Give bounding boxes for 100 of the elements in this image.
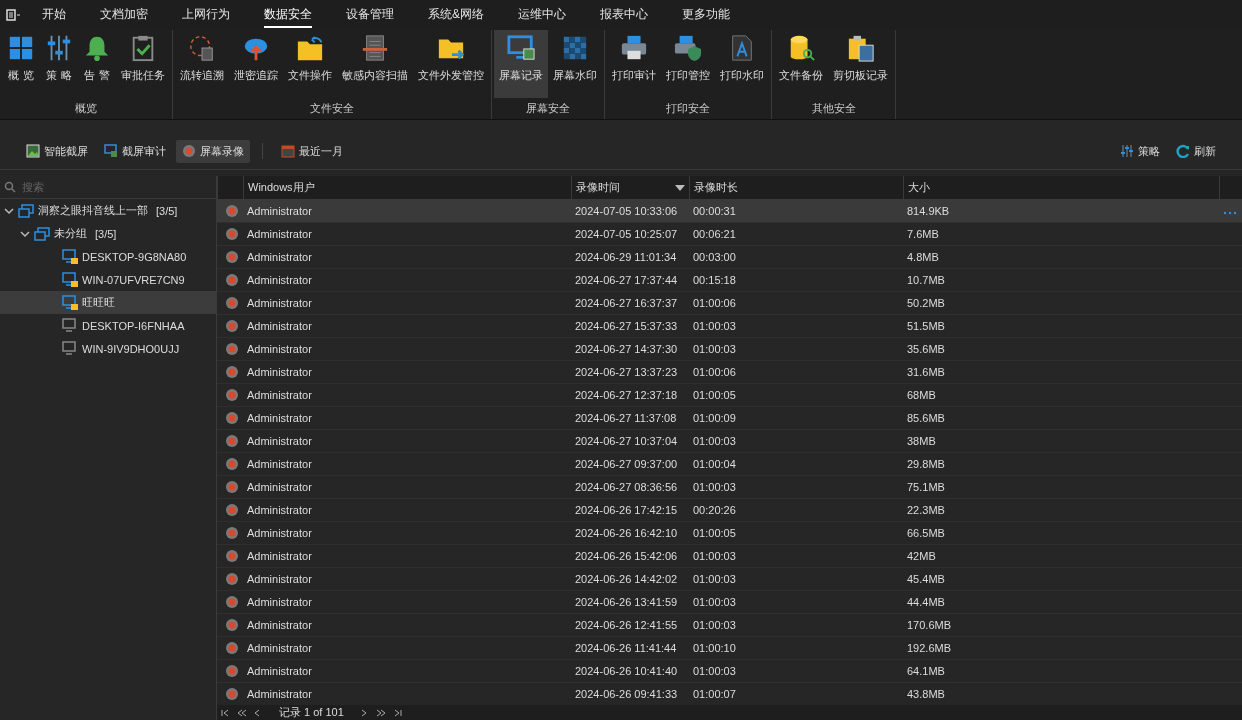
ribbon-button[interactable]: 打印水印	[715, 30, 769, 98]
ribbon-button[interactable]: 屏幕记录	[494, 30, 548, 98]
ribbon-button[interactable]: 告 警	[78, 30, 116, 98]
table-row[interactable]: Administrator 2024-06-26 17:42:15 00:20:26 22.3MB	[217, 499, 1242, 522]
table-cell-text: Administrator	[246, 550, 313, 562]
view-button[interactable]: 屏幕录像	[176, 139, 250, 163]
search-field[interactable]: 搜索	[22, 181, 216, 193]
menu-tab[interactable]: 数据安全	[264, 2, 312, 28]
table-row[interactable]: Administrator 2024-06-27 11:37:08 01:00:09 85.6MB	[217, 407, 1242, 430]
table-row[interactable]: Administrator 2024-06-27 14:37:30 01:00:03 35.6MB	[217, 338, 1242, 361]
tree-item[interactable]: WIN-07UFVRE7CN9	[0, 268, 216, 291]
fast-back-icon[interactable]	[237, 708, 247, 717]
fast-forward-icon[interactable]	[375, 708, 386, 717]
table-cell-text: 35.6MB	[906, 343, 946, 355]
table-row[interactable]: Administrator 2024-06-27 08:36:56 01:00:03 75.1MB	[217, 476, 1242, 499]
table-cell-text: 2024-06-26 15:42:06	[574, 550, 679, 562]
table-row[interactable]: Administrator 2024-06-26 16:42:10 01:00:05 66.5MB	[217, 522, 1242, 545]
ribbon-button[interactable]: 打印管控	[661, 30, 715, 98]
tree-label[interactable]: 未分组	[54, 226, 87, 241]
table-row[interactable]: Administrator 2024-06-27 17:37:44 00:15:18 10.7MB	[217, 269, 1242, 292]
refresh-button[interactable]: 刷新	[1170, 139, 1222, 163]
ribbon-button[interactable]: 屏幕水印	[548, 30, 602, 98]
menu-tab[interactable]: 运维中心	[518, 2, 566, 28]
table-cell-text: Administrator	[246, 527, 313, 539]
table-row[interactable]: Administrator 2024-06-26 12:41:55 01:00:03 170.6MB	[217, 614, 1242, 637]
tree-label[interactable]: DESKTOP-I6FNHAA	[82, 319, 185, 332]
view-button[interactable]: 智能截屏	[20, 139, 94, 163]
ribbon-button[interactable]: 剪切板记录	[828, 30, 893, 98]
tree-label[interactable]: WIN-9IV9DHO0UJJ	[82, 342, 180, 355]
sliders-icon	[1120, 144, 1134, 158]
table-cell-text: 66.5MB	[906, 527, 946, 539]
menu-tab[interactable]: 文档加密	[100, 2, 148, 28]
column-header[interactable]: 录像时间	[571, 176, 689, 199]
column-header[interactable]: 大小	[903, 176, 1219, 199]
table-row[interactable]: Administrator 2024-06-27 10:37:04 01:00:03 38MB	[217, 430, 1242, 453]
ribbon-button[interactable]: 打印审计	[607, 30, 661, 98]
menu-tab[interactable]: 上网行为	[182, 2, 230, 28]
calendar-icon	[281, 144, 295, 158]
tree-item[interactable]: DESKTOP-I6FNHAA	[0, 314, 216, 337]
chevron-down-icon[interactable]	[20, 229, 30, 238]
ribbon-button[interactable]: 文件操作	[283, 30, 337, 98]
ribbon-button[interactable]: 文件备份	[774, 30, 828, 98]
table-row[interactable]: Administrator 2024-06-26 15:42:06 01:00:03 42MB	[217, 545, 1242, 568]
record-icon	[225, 296, 239, 310]
ribbon-button[interactable]: 文件外发管控	[413, 30, 489, 98]
column-header[interactable]: 录像时长	[689, 176, 903, 199]
tree-item[interactable]: DESKTOP-9G8NA80	[0, 245, 216, 268]
ribbon-button[interactable]: 审批任务	[116, 30, 170, 98]
table-cell-text: 192.6MB	[906, 642, 953, 654]
ribbon-button[interactable]: 概 览	[2, 30, 40, 98]
tree-label[interactable]: 旺旺旺	[82, 295, 115, 310]
table-cell-text: Administrator	[246, 412, 313, 424]
app-menu-icon[interactable]	[6, 9, 22, 21]
table-row[interactable]: Administrator 2024-06-29 11:01:34 00:03:00 4.8MB	[217, 246, 1242, 269]
menu-tab[interactable]: 系统&网络	[428, 2, 484, 28]
table-cell-text: 2024-06-26 13:41:59	[574, 596, 679, 608]
menu-tab[interactable]: 开始	[42, 2, 66, 28]
tree-label[interactable]: WIN-07UFVRE7CN9	[82, 273, 185, 286]
table-cell-text: 01:00:06	[692, 366, 737, 378]
table-row[interactable]: Administrator 2024-06-27 12:37:18 01:00:05 68MB	[217, 384, 1242, 407]
tree-label[interactable]: 洞察之眼抖音线上一部	[38, 203, 148, 218]
column-header[interactable]: Windows用户	[243, 176, 571, 199]
period-button[interactable]: 最近一月	[275, 139, 349, 163]
ribbon-button[interactable]: 敏感内容扫描	[337, 30, 413, 98]
table-cell-text: 01:00:03	[692, 343, 737, 355]
ribbon-button[interactable]: 泄密追踪	[229, 30, 283, 98]
record-icon	[182, 144, 196, 158]
record-icon	[225, 388, 239, 402]
table-cell-text: 43.8MB	[906, 688, 946, 700]
view-button[interactable]: 截屏审计	[98, 139, 172, 163]
table-row[interactable]: Administrator 2024-07-05 10:25:07 00:06:21 7.6MB	[217, 223, 1242, 246]
table-row[interactable]: Administrator 2024-06-26 11:41:44 01:00:10 192.6MB	[217, 637, 1242, 660]
group-label: 屏幕安全	[526, 101, 570, 116]
table-cell-text: 00:20:26	[692, 504, 737, 516]
menu-tab[interactable]: 设备管理	[346, 2, 394, 28]
table-row[interactable]: Administrator 2024-06-26 13:41:59 01:00:03 44.4MB	[217, 591, 1242, 614]
table-cell-text: Administrator	[246, 619, 313, 631]
ribbon-button[interactable]: 策 略	[40, 30, 78, 98]
table-row[interactable]: Administrator 2024-06-27 15:37:33 01:00:03 51.5MB	[217, 315, 1242, 338]
tree-label[interactable]: DESKTOP-9G8NA80	[82, 250, 187, 263]
first-page-icon[interactable]	[221, 708, 231, 717]
table-cell-text: 2024-06-27 13:37:23	[574, 366, 679, 378]
table-row[interactable]: Administrator 2024-06-27 09:37:00 01:00:04 29.8MB	[217, 453, 1242, 476]
table-row[interactable]: Administrator 2024-06-27 16:37:37 01:00:06 50.2MB	[217, 292, 1242, 315]
chevron-down-icon[interactable]	[4, 206, 14, 215]
table-cell-text: Administrator	[246, 435, 313, 447]
table-row[interactable]: Administrator 2024-06-26 10:41:40 01:00:03 64.1MB	[217, 660, 1242, 683]
menu-tab[interactable]: 更多功能	[682, 2, 730, 28]
more-icon[interactable]	[1223, 211, 1237, 215]
record-icon	[225, 549, 239, 563]
menu-tab[interactable]: 报表中心	[600, 2, 648, 28]
table-cell-text: 2024-06-27 15:37:33	[574, 320, 679, 332]
table-row[interactable]: Administrator 2024-07-05 10:33:06 00:00:31 814.9KB	[217, 200, 1242, 223]
policy-button[interactable]: 策略	[1114, 139, 1166, 163]
tree-item[interactable]: WIN-9IV9DHO0UJJ	[0, 337, 216, 360]
table-cell-text: 2024-06-27 17:37:44	[574, 274, 679, 286]
tree-item[interactable]: 旺旺旺	[0, 291, 216, 314]
ribbon-button[interactable]: 流转追溯	[175, 30, 229, 98]
table-row[interactable]: Administrator 2024-06-27 13:37:23 01:00:06 31.6MB	[217, 361, 1242, 384]
table-row[interactable]: Administrator 2024-06-26 14:42:02 01:00:03 45.4MB	[217, 568, 1242, 591]
